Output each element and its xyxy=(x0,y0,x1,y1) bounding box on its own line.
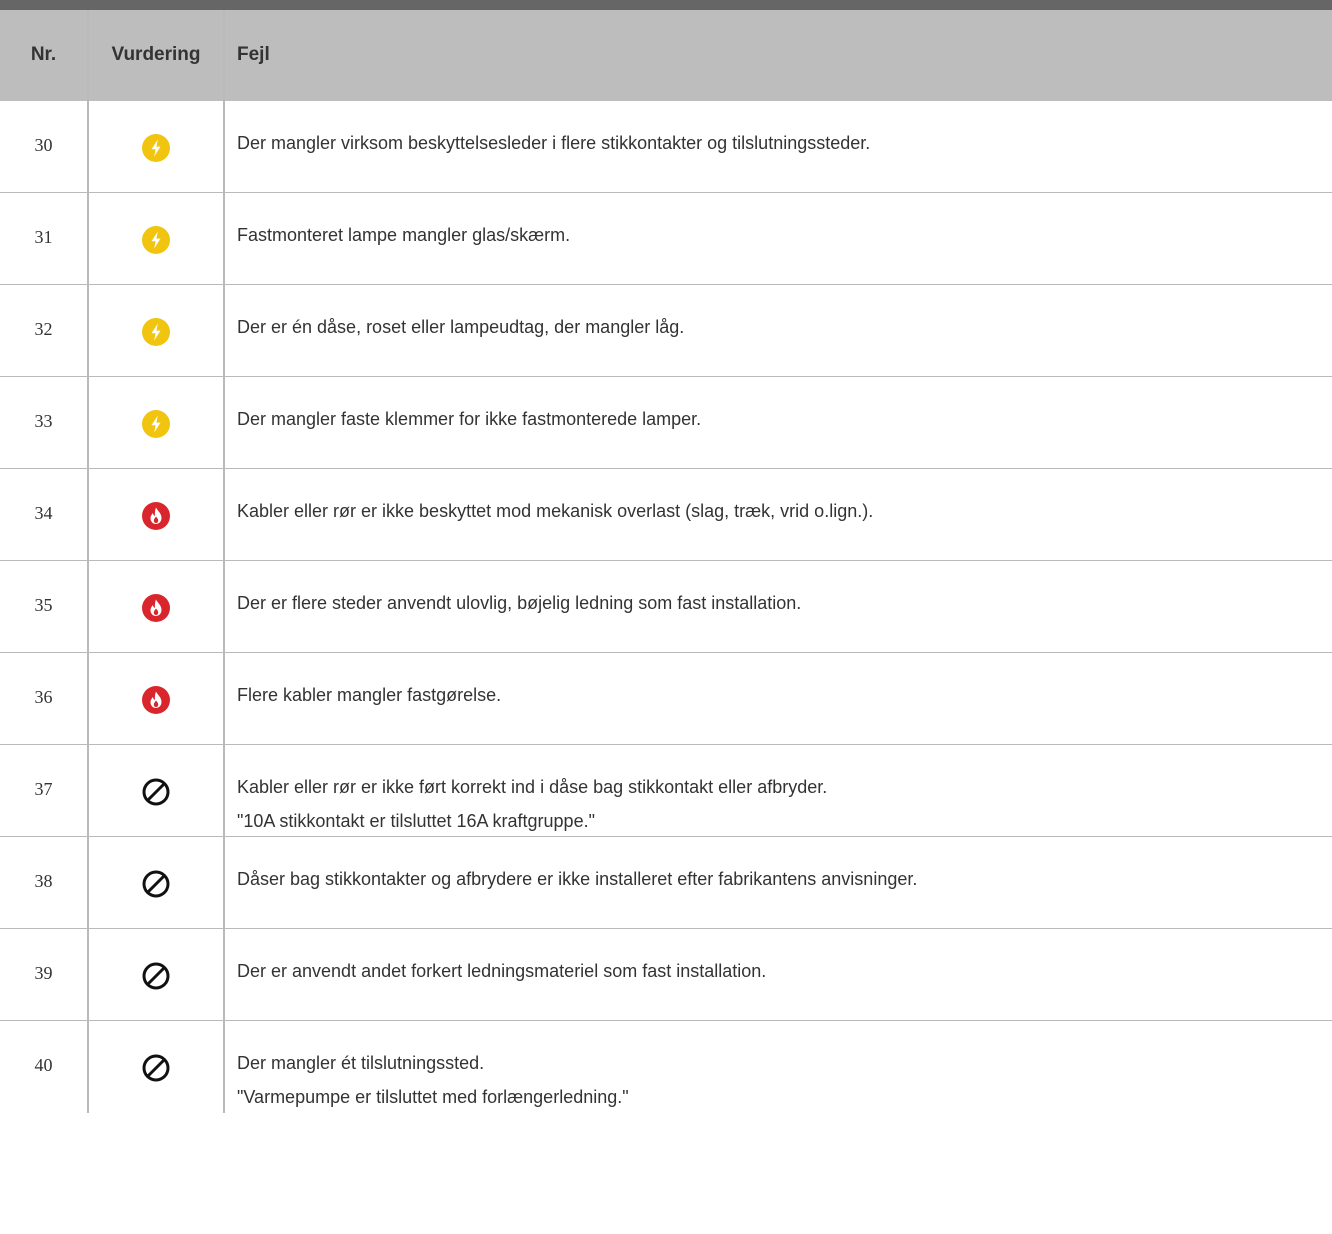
row-description: Fastmonteret lampe mangler glas/skærm. xyxy=(237,225,571,245)
lightning-icon xyxy=(141,409,171,439)
lightning-icon xyxy=(141,225,171,255)
row-fejl-cell: Der er flere steder anvendt ulovlig, bøj… xyxy=(225,561,1332,652)
row-note: "10A stikkontakt er tilsluttet 16A kraft… xyxy=(237,811,595,831)
row-vurdering-cell xyxy=(89,561,225,652)
row-vurdering-cell xyxy=(89,469,225,560)
row-nr-cell: 31 xyxy=(0,193,89,284)
fire-icon xyxy=(141,593,171,623)
row-nr: 34 xyxy=(34,503,53,523)
table-row: 31 Fastmonteret lampe mangler glas/skærm. xyxy=(0,193,1332,285)
row-vurdering-cell xyxy=(89,653,225,744)
table-header: Nr. Vurdering Fejl xyxy=(0,10,1332,101)
row-nr: 33 xyxy=(34,411,53,431)
table-row: 30 Der mangler virksom beskyttelsesleder … xyxy=(0,101,1332,193)
row-fejl-cell: Dåser bag stikkontakter og afbrydere er … xyxy=(225,837,1332,928)
row-fejl-cell: Fastmonteret lampe mangler glas/skærm. xyxy=(225,193,1332,284)
row-nr: 32 xyxy=(34,319,53,339)
row-description: Flere kabler mangler fastgørelse. xyxy=(237,685,502,705)
forbidden-icon xyxy=(141,961,171,991)
row-vurdering-cell xyxy=(89,377,225,468)
table-row: 39 Der er anvendt andet forkert ledningsm… xyxy=(0,929,1332,1021)
row-fejl-cell: Der er én dåse, roset eller lampeudtag, … xyxy=(225,285,1332,376)
row-vurdering-cell xyxy=(89,193,225,284)
row-nr: 40 xyxy=(34,1055,53,1075)
table-row: 35 Der er flere steder anvendt ulovlig, b… xyxy=(0,561,1332,653)
row-nr: 37 xyxy=(34,779,53,799)
table-row: 32 Der er én dåse, roset eller lampeudtag… xyxy=(0,285,1332,377)
top-bar xyxy=(0,0,1332,10)
row-description: Dåser bag stikkontakter og afbrydere er … xyxy=(237,869,918,889)
fire-icon xyxy=(141,685,171,715)
header-fejl: Fejl xyxy=(237,44,270,65)
row-nr-cell: 30 xyxy=(0,101,89,192)
header-nr: Nr. xyxy=(0,10,89,101)
row-fejl-cell: Flere kabler mangler fastgørelse. xyxy=(225,653,1332,744)
row-description: Der er én dåse, roset eller lampeudtag, … xyxy=(237,317,685,337)
row-nr-cell: 36 xyxy=(0,653,89,744)
table-row: 40 Der mangler ét tilslutningssted. "Varme… xyxy=(0,1021,1332,1113)
row-description: Kabler eller rør er ikke beskyttet mod m… xyxy=(237,501,874,521)
row-description: Der er anvendt andet forkert ledningsmat… xyxy=(237,961,767,981)
row-fejl-cell: Kabler eller rør er ikke beskyttet mod m… xyxy=(225,469,1332,560)
table-row: 37 Kabler eller rør er ikke ført korrekt … xyxy=(0,745,1332,837)
table-row: 38 Dåser bag stikkontakter og afbrydere e… xyxy=(0,837,1332,929)
row-fejl-cell: Kabler eller rør er ikke ført korrekt in… xyxy=(225,745,1332,836)
row-fejl-cell: Der mangler ét tilslutningssted. "Varmepu… xyxy=(225,1021,1332,1113)
row-nr: 36 xyxy=(34,687,53,707)
header-vurdering: Vurdering xyxy=(89,10,225,101)
row-vurdering-cell xyxy=(89,929,225,1020)
row-nr-cell: 33 xyxy=(0,377,89,468)
fire-icon xyxy=(141,501,171,531)
row-nr-cell: 40 xyxy=(0,1021,89,1113)
lightning-icon xyxy=(141,317,171,347)
row-vurdering-cell xyxy=(89,837,225,928)
row-description: Der mangler faste klemmer for ikke fastm… xyxy=(237,409,702,429)
row-nr: 30 xyxy=(34,135,53,155)
row-nr: 35 xyxy=(34,595,53,615)
row-nr: 39 xyxy=(34,963,53,983)
table-row: 33 Der mangler faste klemmer for ikke fas… xyxy=(0,377,1332,469)
forbidden-icon xyxy=(141,869,171,899)
row-nr-cell: 34 xyxy=(0,469,89,560)
row-nr-cell: 38 xyxy=(0,837,89,928)
row-description: Der mangler ét tilslutningssted. xyxy=(237,1053,485,1073)
row-fejl-cell: Der mangler faste klemmer for ikke fastm… xyxy=(225,377,1332,468)
row-nr-cell: 39 xyxy=(0,929,89,1020)
row-description: Kabler eller rør er ikke ført korrekt in… xyxy=(237,777,828,797)
inspection-table: Nr. Vurdering Fejl 30 Der mangler virksom… xyxy=(0,10,1332,1113)
table-row: 36 Flere kabler mangler fastgørelse. xyxy=(0,653,1332,745)
table-row: 34 Kabler eller rør er ikke beskyttet mod… xyxy=(0,469,1332,561)
forbidden-icon xyxy=(141,777,171,807)
row-fejl-cell: Der mangler virksom beskyttelsesleder i … xyxy=(225,101,1332,192)
row-description: Der mangler virksom beskyttelsesleder i … xyxy=(237,133,871,153)
row-nr: 31 xyxy=(34,227,53,247)
row-vurdering-cell xyxy=(89,101,225,192)
row-nr: 38 xyxy=(34,871,53,891)
row-vurdering-cell xyxy=(89,1021,225,1113)
row-nr-cell: 37 xyxy=(0,745,89,836)
row-nr-cell: 35 xyxy=(0,561,89,652)
row-fejl-cell: Der er anvendt andet forkert ledningsmat… xyxy=(225,929,1332,1020)
row-description: Der er flere steder anvendt ulovlig, bøj… xyxy=(237,593,802,613)
lightning-icon xyxy=(141,133,171,163)
forbidden-icon xyxy=(141,1053,171,1083)
table-body: 30 Der mangler virksom beskyttelsesleder … xyxy=(0,101,1332,1113)
row-vurdering-cell xyxy=(89,745,225,836)
row-note: "Varmepumpe er tilsluttet med forlængerl… xyxy=(237,1087,629,1107)
row-vurdering-cell xyxy=(89,285,225,376)
row-nr-cell: 32 xyxy=(0,285,89,376)
